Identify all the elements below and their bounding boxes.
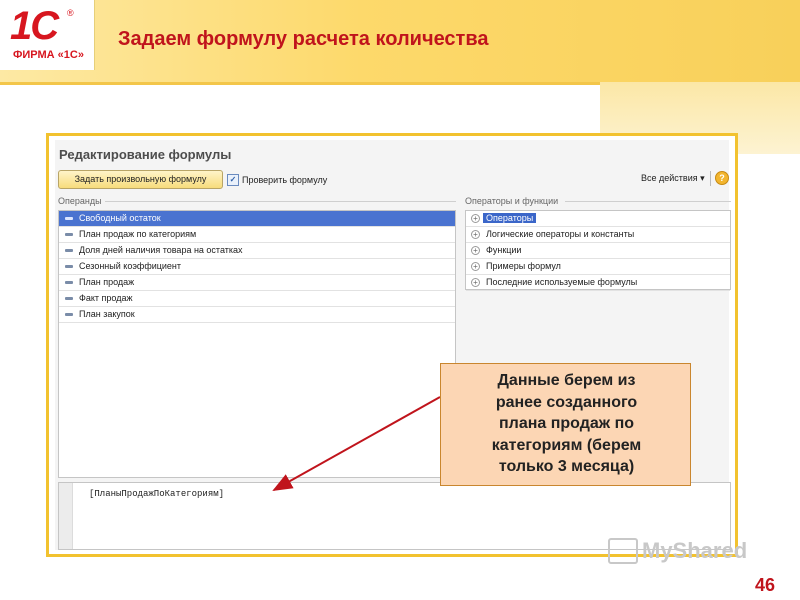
all-actions-menu[interactable]: Все действия ▾ — [641, 173, 705, 184]
callout-line: категориям (берем — [491, 436, 642, 454]
operand-item-purchase-plan[interactable]: План закупок — [59, 307, 455, 323]
operators-item-label: Последние используемые формулы — [486, 277, 638, 287]
callout-line: плана продаж по — [498, 415, 634, 432]
callout-line: Данные берем из — [497, 372, 636, 389]
operand-icon — [65, 233, 73, 236]
callout-line: только 3 месяца) — [498, 458, 635, 475]
logo-mark: 1С — [10, 4, 59, 48]
operands-section-line — [105, 201, 456, 202]
operand-icon — [65, 265, 73, 268]
form-body: Редактирование формулы Задать произвольн… — [55, 140, 731, 550]
operand-item-seasonal-coefficient[interactable]: Сезонный коэффициент — [59, 259, 455, 275]
editor-gutter — [59, 483, 73, 549]
operators-item-label: Операторы — [483, 213, 537, 223]
callout-line: ранее созданного — [495, 393, 638, 411]
expand-plus-icon[interactable]: + — [471, 214, 480, 223]
callout-text: Данные берем из ранее созданного плана п… — [441, 370, 692, 478]
expand-plus-icon[interactable]: + — [471, 246, 480, 255]
watermark-text: MyShared — [642, 538, 748, 563]
all-actions-label: Все действия — [641, 173, 698, 183]
operators-item-functions[interactable]: + Функции — [466, 243, 730, 259]
operators-item-label: Логические операторы и константы — [486, 229, 635, 239]
operators-item-examples[interactable]: + Примеры формул — [466, 259, 730, 275]
operand-item-stock-days-share[interactable]: Доля дней наличия товара на остатках — [59, 243, 455, 259]
slide-number: 46 — [755, 575, 776, 595]
operators-item-logical[interactable]: + Логические операторы и константы — [466, 227, 730, 243]
operand-label: Сезонный коэффициент — [79, 261, 182, 271]
expand-plus-icon[interactable]: + — [471, 278, 480, 287]
logo-registered-mark: ® — [67, 8, 74, 18]
operators-item-recent[interactable]: + Последние используемые формулы — [466, 275, 730, 291]
help-icon[interactable]: ? — [715, 171, 729, 185]
operand-item-category-sales-plan[interactable]: План продаж по категориям — [59, 227, 455, 243]
chevron-down-icon: ▾ — [700, 173, 705, 183]
operands-section-label: Операнды — [58, 196, 102, 206]
toolbar-separator — [710, 171, 711, 186]
operand-label: План закупок — [79, 309, 135, 319]
operand-item-sales-plan[interactable]: План продаж — [59, 275, 455, 291]
custom-formula-button[interactable]: Задать произвольную формулу — [58, 170, 223, 189]
slide-title: Задаем формулу расчета количества — [118, 28, 489, 50]
operand-label: Факт продаж — [79, 293, 133, 303]
callout-note: Данные берем из ранее созданного плана п… — [440, 363, 691, 486]
operand-item-free-balance[interactable]: Свободный остаток — [59, 211, 455, 227]
operand-label: Доля дней наличия товара на остатках — [79, 245, 243, 255]
operand-icon — [65, 249, 73, 252]
check-formula-label: Проверить формулу — [242, 174, 328, 185]
operand-icon — [65, 217, 73, 220]
watermark: MyShared — [608, 538, 747, 564]
operators-section-label: Операторы и функции — [465, 196, 559, 206]
form-title: Редактирование формулы — [59, 147, 232, 162]
company-logo: 1С ® ФИРМА «1С» — [0, 0, 95, 70]
operators-section-line — [565, 201, 731, 202]
operand-icon — [65, 313, 73, 316]
check-formula-button[interactable]: ✓ Проверить формулу — [227, 171, 327, 188]
logo-company-name: ФИРМА «1С» — [13, 49, 84, 61]
formula-text: [ПланыПродажПоКатегориям] — [89, 489, 225, 499]
formula-editor-window: Редактирование формулы Задать произвольн… — [46, 133, 738, 557]
check-formula-icon: ✓ — [227, 173, 239, 186]
expand-plus-icon[interactable]: + — [471, 262, 480, 271]
operators-item-label: Примеры формул — [486, 261, 561, 271]
operand-label: План продаж — [79, 277, 135, 287]
expand-plus-icon[interactable]: + — [471, 230, 480, 239]
watermark-icon — [608, 538, 638, 564]
operand-item-sales-fact[interactable]: Факт продаж — [59, 291, 455, 307]
operand-icon — [65, 297, 73, 300]
operand-label: План продаж по категориям — [79, 229, 197, 239]
operators-item-operators[interactable]: + Операторы — [466, 211, 730, 227]
operators-item-label: Функции — [486, 245, 522, 255]
operands-list: Свободный остаток План продаж по категор… — [58, 210, 456, 478]
operand-label: Свободный остаток — [79, 213, 161, 223]
operators-tree: + Операторы + Логические операторы и конст… — [465, 210, 731, 291]
operand-icon — [65, 281, 73, 284]
header-rule — [0, 82, 600, 85]
